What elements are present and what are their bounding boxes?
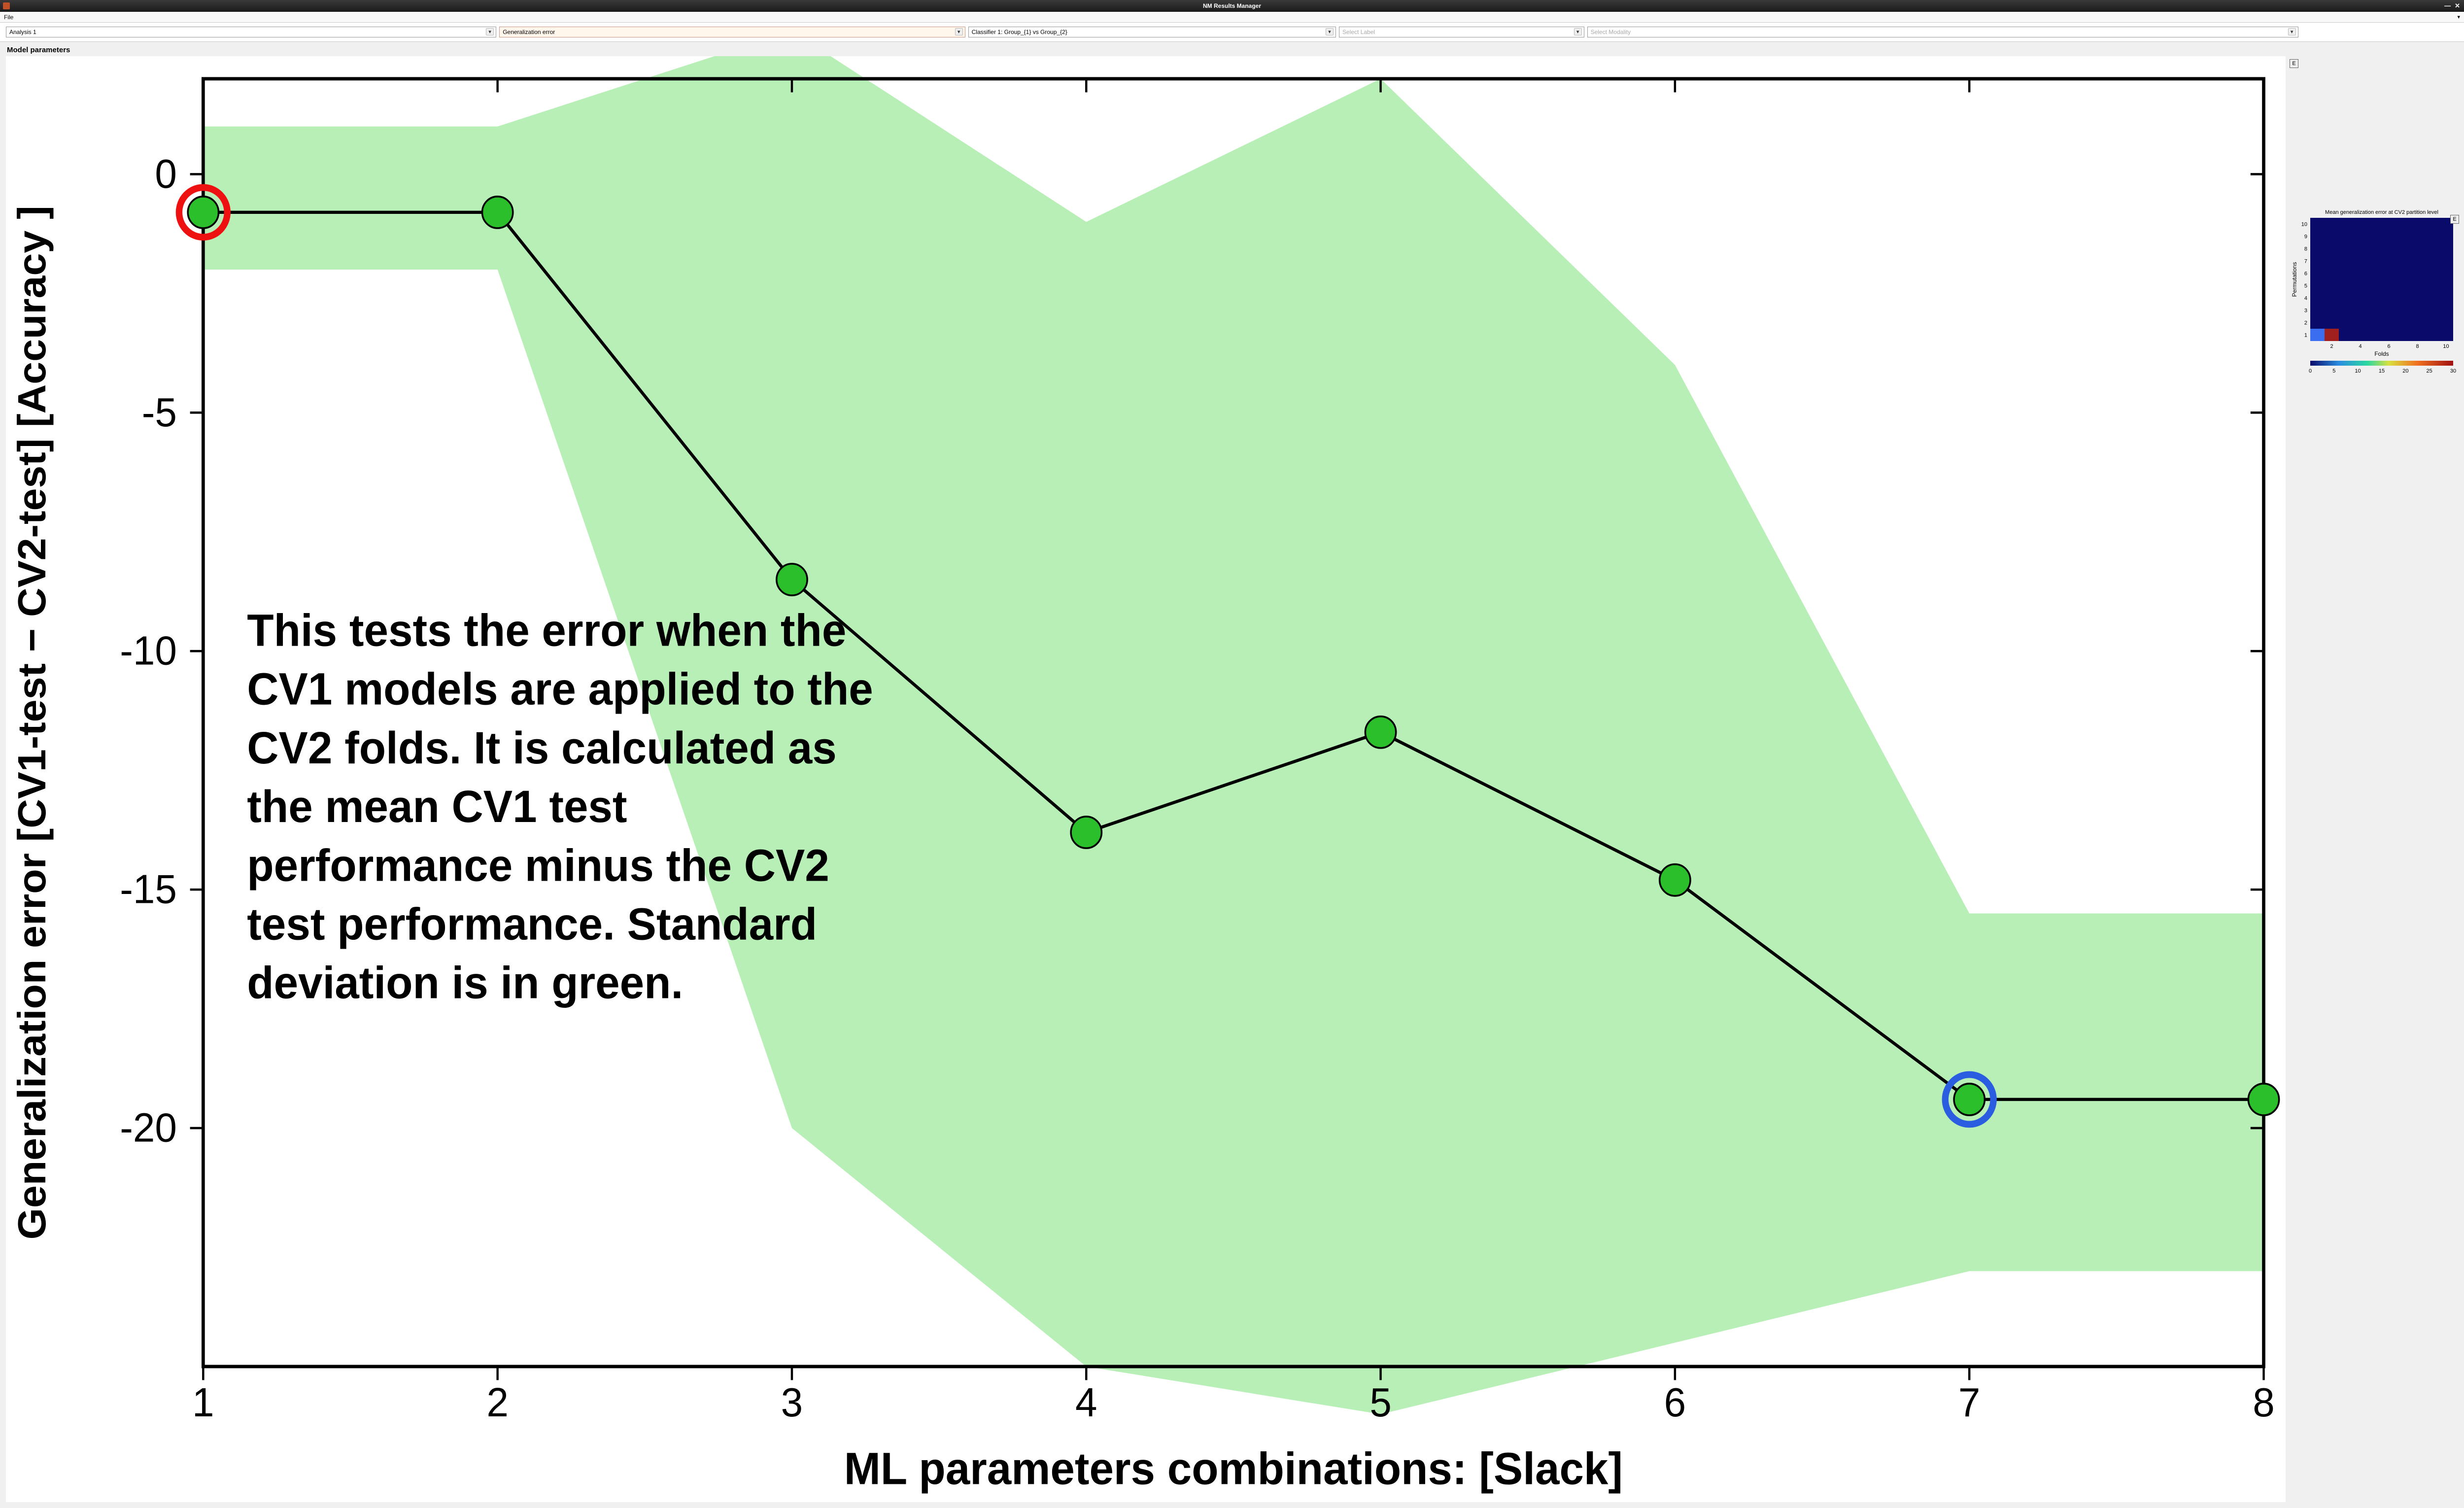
ylabel: Generalization error [CV1-test − CV2-tes… xyxy=(10,206,54,1239)
svg-text:6: 6 xyxy=(1664,1380,1686,1425)
heatmap-body xyxy=(2310,218,2453,341)
svg-text:2: 2 xyxy=(2304,320,2307,326)
svg-text:10: 10 xyxy=(2301,222,2307,228)
svg-text:30: 30 xyxy=(2450,368,2456,374)
heatmap-svg: Mean generalization error at CV2 partiti… xyxy=(2291,208,2458,376)
data-point xyxy=(1954,1084,1985,1115)
svg-text:8: 8 xyxy=(2253,1380,2275,1425)
colorbar xyxy=(2310,361,2453,366)
metric-select[interactable]: Generalization error xyxy=(499,27,965,37)
window-title: NM Results Manager xyxy=(1203,2,1261,9)
app-icon xyxy=(3,2,10,9)
data-point xyxy=(1660,864,1690,896)
svg-text:5: 5 xyxy=(1369,1380,1392,1425)
label-select-value: Select Label xyxy=(1342,29,1375,35)
svg-text:10: 10 xyxy=(2443,343,2449,349)
menu-file[interactable]: File xyxy=(4,14,13,21)
svg-text:0: 0 xyxy=(2309,368,2312,374)
heatmap-cell xyxy=(2325,329,2339,341)
svg-text:-10: -10 xyxy=(120,628,177,674)
svg-text:4: 4 xyxy=(2304,296,2307,302)
modality-select[interactable]: Select Modality xyxy=(1587,27,2298,37)
data-point xyxy=(1071,817,1101,848)
analysis-select-value: Analysis 1 xyxy=(9,29,36,35)
data-point xyxy=(2248,1084,2279,1115)
main-chart-svg: 1 2 3 4 5 6 7 8 0 -5 -10 -15 -20 ML parameters combin… xyxy=(6,56,2286,1502)
analysis-select[interactable]: Analysis 1 xyxy=(6,27,496,37)
titlebar: NM Results Manager — ✕ xyxy=(0,0,2464,12)
menubar-overflow-icon[interactable]: ▾ xyxy=(2457,14,2460,20)
svg-text:2: 2 xyxy=(486,1380,509,1425)
label-select[interactable]: Select Label xyxy=(1339,27,1584,37)
svg-text:8: 8 xyxy=(2416,343,2419,349)
heatmap-title: Mean generalization error at CV2 partiti… xyxy=(2325,209,2438,215)
svg-text:9: 9 xyxy=(2304,234,2307,240)
svg-text:6: 6 xyxy=(2387,343,2390,349)
svg-text:5: 5 xyxy=(2304,283,2307,289)
svg-text:20: 20 xyxy=(2402,368,2408,374)
data-point xyxy=(482,197,513,228)
svg-text:1: 1 xyxy=(192,1380,214,1425)
svg-text:1: 1 xyxy=(2304,333,2307,339)
classifier-select-value: Classifier 1: Group_{1} vs Group_{2} xyxy=(972,29,1067,35)
svg-text:-5: -5 xyxy=(142,390,177,435)
minimize-icon[interactable]: — xyxy=(2444,2,2451,10)
svg-text:7: 7 xyxy=(1958,1380,1981,1425)
close-icon[interactable]: ✕ xyxy=(2455,2,2460,10)
export-heatmap-button[interactable]: E xyxy=(2450,215,2459,224)
metric-select-value: Generalization error xyxy=(503,29,555,35)
heatmap-ylabel: Permutations xyxy=(2291,262,2298,297)
svg-text:6: 6 xyxy=(2304,271,2307,277)
svg-text:4: 4 xyxy=(2359,343,2361,349)
modality-select-value: Select Modality xyxy=(1591,29,1631,35)
classifier-select[interactable]: Classifier 1: Group_{1} vs Group_{2} xyxy=(968,27,1336,37)
side-column: Mean generalization error at CV2 partiti… xyxy=(2291,56,2458,1502)
svg-text:-20: -20 xyxy=(120,1105,177,1150)
svg-text:2: 2 xyxy=(2330,343,2333,349)
svg-text:3: 3 xyxy=(781,1380,803,1425)
heatmap-xlabel: Folds xyxy=(2374,350,2389,357)
data-point xyxy=(777,564,807,595)
content: 1 2 3 4 5 6 7 8 0 -5 -10 -15 -20 ML parameters combin… xyxy=(0,54,2464,1508)
svg-text:10: 10 xyxy=(2355,368,2361,374)
toolbar: Analysis 1 Generalization error Classifi… xyxy=(0,23,2464,42)
section-title: Model parameters xyxy=(0,42,2464,54)
svg-text:0: 0 xyxy=(155,151,177,197)
annotation-text: This tests the error when the CV1 models… xyxy=(247,603,883,1191)
svg-text:4: 4 xyxy=(1075,1380,1097,1425)
svg-text:3: 3 xyxy=(2304,308,2307,314)
svg-text:5: 5 xyxy=(2332,368,2335,374)
main-plot: 1 2 3 4 5 6 7 8 0 -5 -10 -15 -20 ML parameters combin… xyxy=(6,56,2286,1502)
svg-text:25: 25 xyxy=(2427,368,2432,374)
svg-text:-15: -15 xyxy=(120,867,177,912)
svg-text:15: 15 xyxy=(2379,368,2385,374)
heatmap-cell xyxy=(2310,329,2325,341)
export-main-button[interactable]: E xyxy=(2290,59,2298,68)
svg-text:8: 8 xyxy=(2304,246,2307,252)
data-point xyxy=(1365,717,1396,748)
svg-text:7: 7 xyxy=(2304,259,2307,265)
menubar: File ▾ xyxy=(0,12,2464,23)
xlabel: ML parameters combinations: [Slack] xyxy=(844,1443,1623,1494)
data-point xyxy=(188,197,218,228)
